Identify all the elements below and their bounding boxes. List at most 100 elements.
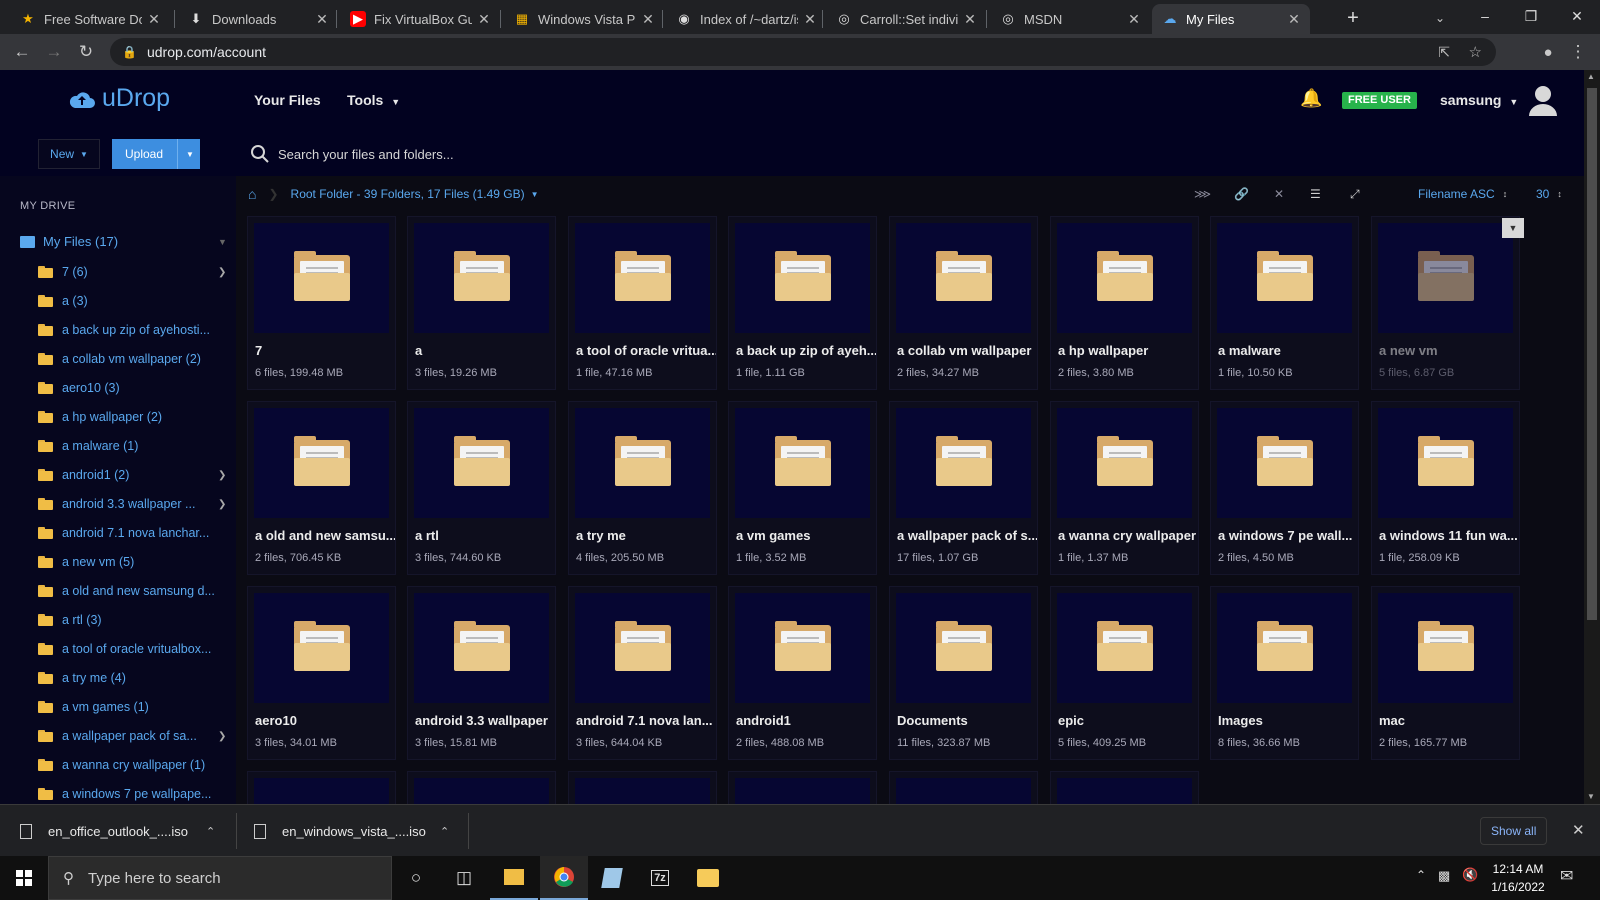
sidebar-folder-item[interactable]: a windows 7 pe wallpape... — [38, 784, 226, 804]
browser-tab[interactable]: ◎ MSDN ✕ — [990, 4, 1150, 34]
browser-tab[interactable]: ◉ Index of /~dartz/is ✕ — [666, 4, 826, 34]
folder-name[interactable]: a windows 11 fun wa... — [1379, 528, 1519, 543]
folder-card[interactable]: android 3.3 wallpaper 3 files, 15.81 MB — [407, 586, 556, 760]
folder-card[interactable]: a vm games 1 file, 3.52 MB — [728, 401, 877, 575]
folder-thumbnail[interactable] — [254, 408, 389, 518]
close-window-button[interactable]: ✕ — [1554, 0, 1600, 32]
folder-name[interactable]: a windows 7 pe wall... — [1218, 528, 1358, 543]
new-tab-button[interactable]: + — [1340, 6, 1366, 30]
sidebar-folder-item[interactable]: 7 (6) ❯ — [38, 262, 226, 282]
folder-name[interactable]: a new vm — [1379, 343, 1519, 358]
collapse-caret-icon[interactable]: ▼ — [218, 237, 227, 247]
folder-name[interactable]: android 3.3 wallpaper — [415, 713, 555, 728]
folder-thumbnail[interactable] — [1057, 223, 1192, 333]
folder-card[interactable]: a try me 4 files, 205.50 MB — [568, 401, 717, 575]
folder-card[interactable] — [1050, 771, 1199, 804]
7zip-icon[interactable]: 7z — [636, 856, 684, 900]
folder-thumbnail[interactable] — [1217, 223, 1352, 333]
taskbar-search-input[interactable]: Type here to search — [88, 870, 221, 887]
folder-card[interactable]: android 7.1 nova lan... 3 files, 644.04 K… — [568, 586, 717, 760]
folder-card[interactable]: a hp wallpaper 2 files, 3.80 MB — [1050, 216, 1199, 390]
scrollbar-thumb[interactable] — [1587, 88, 1597, 620]
folder-thumbnail[interactable] — [1378, 223, 1513, 333]
folder-name[interactable]: a tool of oracle vritua... — [576, 343, 716, 358]
close-tab-icon[interactable]: ✕ — [476, 11, 492, 28]
folder-card[interactable]: mac 2 files, 165.77 MB — [1371, 586, 1520, 760]
folder-name[interactable]: a hp wallpaper — [1058, 343, 1198, 358]
list-view-icon[interactable]: ☰ — [1310, 182, 1321, 206]
folder-card[interactable]: a 3 files, 19.26 MB — [407, 216, 556, 390]
show-hidden-icons-chevron-icon[interactable]: ⌃ — [1416, 868, 1426, 882]
bookmark-star-icon[interactable]: ☆ — [1469, 43, 1482, 61]
system-clock[interactable]: 12:14 AM 1/16/2022 — [1478, 860, 1558, 896]
chevron-up-icon[interactable]: ⌃ — [206, 825, 215, 838]
folder-name[interactable]: epic — [1058, 713, 1198, 728]
folder-name[interactable]: android1 — [736, 713, 876, 728]
close-downloads-icon[interactable]: ✕ — [1572, 821, 1585, 839]
folder-thumbnail[interactable] — [1057, 408, 1192, 518]
sidebar-folder-item[interactable]: a hp wallpaper (2) — [38, 407, 226, 427]
folder-card[interactable]: Images 8 files, 36.66 MB — [1210, 586, 1359, 760]
folder-name[interactable]: android 7.1 nova lan... — [576, 713, 716, 728]
folder-thumbnail[interactable] — [254, 778, 389, 804]
breadcrumb-label[interactable]: Root Folder - 39 Folders, 17 Files (1.49… — [291, 187, 525, 201]
folder-thumbnail[interactable] — [896, 778, 1031, 804]
search-input[interactable]: Search your files and folders... — [278, 147, 454, 162]
folder-card[interactable]: android1 2 files, 488.08 MB — [728, 586, 877, 760]
folder-thumbnail[interactable] — [414, 408, 549, 518]
folder-name[interactable]: Images — [1218, 713, 1358, 728]
folder-card[interactable] — [247, 771, 396, 804]
network-icon[interactable]: ▩ — [1438, 868, 1450, 884]
sidebar-folder-item[interactable]: android 3.3 wallpaper ... ❯ — [38, 494, 226, 514]
sort-select[interactable]: Filename ASC ↕ — [1418, 182, 1507, 206]
upload-dropdown-caret-icon[interactable]: ▼ — [177, 139, 194, 169]
sidebar-folder-item[interactable]: aero10 (3) — [38, 378, 226, 398]
nav-your-files[interactable]: Your Files — [254, 92, 321, 108]
action-center-icon[interactable]: ✉ — [1560, 866, 1573, 886]
taskbar-search[interactable]: ⚲ Type here to search — [48, 856, 392, 900]
chevron-right-icon[interactable]: ❯ — [218, 470, 226, 481]
browser-tab[interactable]: ⬇ Downloads ✕ — [178, 4, 338, 34]
close-tab-icon[interactable]: ✕ — [146, 11, 162, 28]
share-icon[interactable]: ⇱ — [1438, 44, 1450, 61]
task-view-icon[interactable]: ◫ — [440, 856, 488, 900]
sidebar-folder-item[interactable]: a wanna cry wallpaper (1) — [38, 755, 226, 775]
udrop-logo[interactable]: uDrop — [68, 84, 170, 113]
page-scrollbar[interactable]: ▲ ▼ — [1584, 70, 1600, 804]
user-menu[interactable]: samsung ▼ — [1440, 92, 1518, 108]
folder-thumbnail[interactable] — [896, 223, 1031, 333]
back-button[interactable]: ← — [10, 40, 34, 64]
folder-thumbnail[interactable] — [575, 593, 710, 703]
folder-thumbnail[interactable] — [254, 593, 389, 703]
folder-name[interactable]: a wanna cry wallpaper — [1058, 528, 1198, 543]
folder-thumbnail[interactable] — [1217, 593, 1352, 703]
sidebar-folder-item[interactable]: a rtl (3) — [38, 610, 226, 630]
folder-thumbnail[interactable] — [735, 593, 870, 703]
folder-card[interactable]: a windows 7 pe wall... 2 files, 4.50 MB — [1210, 401, 1359, 575]
folder-name[interactable]: 7 — [255, 343, 395, 358]
sidebar-folder-item[interactable]: a back up zip of ayehosti... — [38, 320, 226, 340]
close-tab-icon[interactable]: ✕ — [640, 11, 656, 28]
folder-thumbnail[interactable] — [1057, 778, 1192, 804]
folder-thumbnail[interactable] — [414, 778, 549, 804]
menu-kebab-icon[interactable]: ⋮ — [1566, 40, 1590, 64]
folder-card[interactable]: a collab vm wallpaper 2 files, 34.27 MB — [889, 216, 1038, 390]
folder-name[interactable]: a rtl — [415, 528, 555, 543]
profile-icon[interactable]: ● — [1536, 40, 1560, 64]
volume-muted-icon[interactable]: 🔇 — [1462, 867, 1478, 883]
sidebar-folder-item[interactable]: a (3) — [38, 291, 226, 311]
close-tab-icon[interactable]: ✕ — [962, 11, 978, 28]
tab-search-chevron-icon[interactable]: ⌄ — [1428, 6, 1452, 30]
folder-thumbnail[interactable] — [896, 593, 1031, 703]
chevron-right-icon[interactable]: ❯ — [218, 267, 226, 278]
folder-thumbnail[interactable] — [575, 778, 710, 804]
folder-name[interactable]: Documents — [897, 713, 1037, 728]
notifications-bell-icon[interactable]: 🔔 — [1300, 88, 1322, 109]
folder-thumbnail[interactable] — [896, 408, 1031, 518]
file-explorer-icon[interactable] — [490, 856, 538, 900]
sidebar-root-my-files[interactable]: My Files (17) ▼ — [20, 234, 227, 249]
grid-options-dropdown-icon[interactable]: ▼ — [1502, 218, 1524, 238]
chrome-icon[interactable] — [540, 856, 588, 900]
folder-name[interactable]: aero10 — [255, 713, 395, 728]
folder-name[interactable]: a try me — [576, 528, 716, 543]
